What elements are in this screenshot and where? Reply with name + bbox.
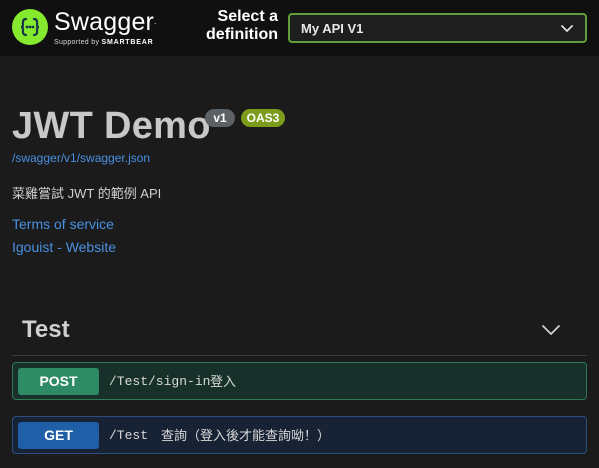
terms-of-service-link[interactable]: Terms of service [12,216,114,233]
definition-select[interactable]: My API V1 [288,13,587,43]
version-badge: v1 [205,109,235,127]
brand-trademark: . [154,17,157,26]
api-title: JWT Demo [12,105,211,147]
top-bar: Swagger. Supported by SMARTBEAR Select a… [0,0,599,56]
tag-name: Test [22,316,70,343]
operation-summary: 查詢（登入後才能查詢呦！） [161,428,331,443]
operation-post-sign-in[interactable]: POST /Test/sign-in 登入 [12,362,587,400]
brand-name[interactable]: Swagger. [54,8,157,36]
spec-url-link[interactable]: /swagger/v1/swagger.json [12,151,150,165]
definition-select-value: My API V1 [301,21,364,36]
oas-badge: OAS3 [241,109,285,127]
method-badge-get: GET [18,422,99,449]
operation-path: /Test [109,428,149,443]
swagger-logo-icon[interactable] [12,9,48,45]
operation-get-test[interactable]: GET /Test 查詢（登入後才能查詢呦！） [12,416,587,454]
chevron-down-icon [561,25,573,32]
api-description: 菜雞嘗試 JWT 的範例 API [12,186,162,201]
website-link[interactable]: Igouist - Website [12,239,116,256]
operation-summary: 登入 [210,374,237,389]
definition-label: Select a definition [206,8,278,43]
braces-icon [20,17,40,37]
method-badge-post: POST [18,368,99,395]
chevron-down-icon[interactable] [541,324,561,336]
tag-section-header[interactable]: Test [12,312,587,356]
operation-path: /Test/sign-in [109,374,211,389]
brand-supported-by: Supported by SMARTBEAR [54,39,154,46]
